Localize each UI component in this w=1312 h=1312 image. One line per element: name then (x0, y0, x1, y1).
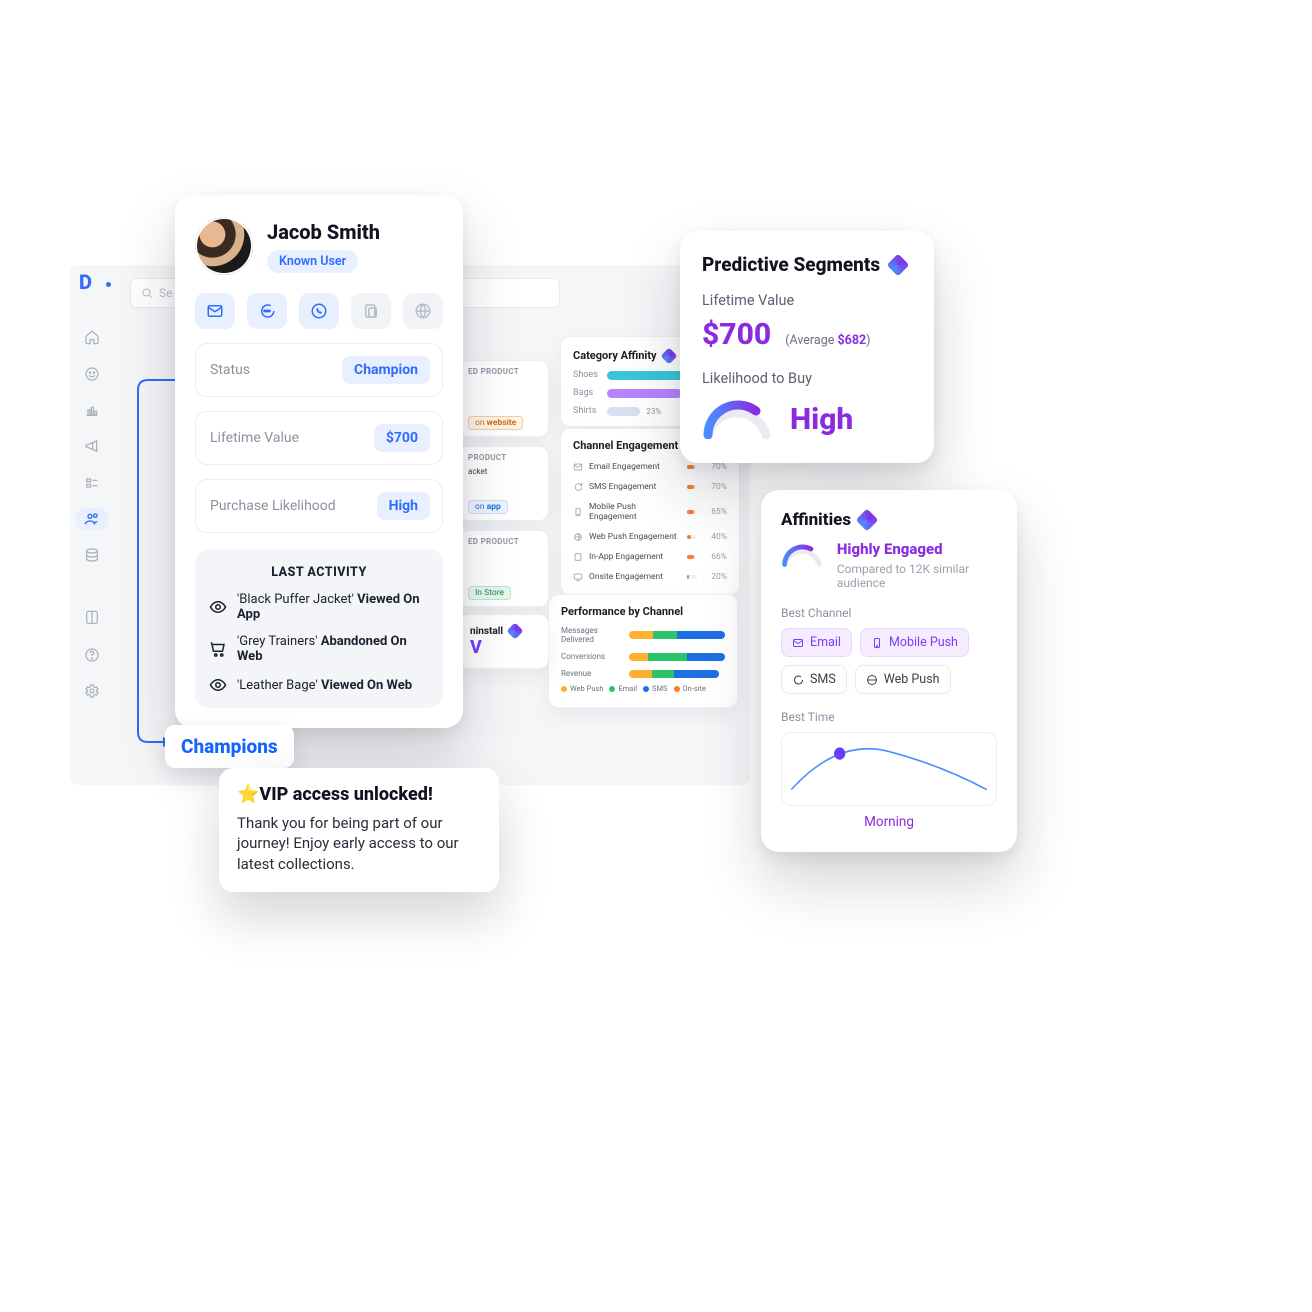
activity-heading: LAST ACTIVITY (209, 565, 429, 580)
affinity-row-label: Shoes (573, 370, 601, 380)
stat-value: $700 (374, 424, 430, 452)
eye-icon (209, 676, 227, 694)
chip-email[interactable]: Email (781, 628, 852, 657)
affinity-row-label: Shirts (573, 406, 601, 416)
vprod-label: PRODUCT (468, 453, 540, 462)
likelihood-label: Likelihood to Buy (702, 370, 912, 387)
card-predictive-segments: Predictive Segments Lifetime Value $700 … (680, 231, 934, 463)
channel-web-button[interactable] (403, 293, 443, 329)
activity-item: 'Grey Trainers' Abandoned On Web (209, 634, 429, 664)
sparkle-icon (660, 347, 677, 364)
cart-icon (209, 640, 227, 658)
user-badge: Known User (267, 250, 358, 273)
chip-web-push[interactable]: Web Push (855, 665, 951, 694)
chan-row: Mobile Push Engagement (589, 502, 681, 522)
sidebar-megaphone-icon[interactable] (76, 435, 108, 457)
stat-value: Champion (342, 356, 430, 384)
viewed-product-fragment: PRODUCT acket on app (459, 446, 549, 521)
vprod-pill: In Store (468, 586, 511, 600)
sidebar-database-icon[interactable] (76, 544, 108, 566)
best-channel-label: Best Channel (781, 606, 997, 620)
activity-item: 'Leather Bage' Viewed On Web (209, 676, 429, 694)
likelihood-value: High (790, 402, 853, 437)
legend: Email (618, 684, 637, 693)
best-time-curve (781, 732, 997, 806)
sparkle-icon (856, 509, 879, 532)
card-vip-message: ⭐VIP access unlocked! Thank you for bein… (219, 768, 499, 892)
eye-icon (209, 598, 227, 616)
ltv-average: (Average $682) (785, 333, 870, 348)
card-user-profile: Jacob Smith Known User Status Champion L… (175, 195, 463, 728)
card-performance-channel: Performance by Channel Messages Delivere… (548, 594, 738, 708)
sidebar-help-icon[interactable] (76, 643, 108, 665)
stat-value: High (377, 492, 430, 520)
stat-label: Lifetime Value (210, 430, 299, 446)
chan-row: Email Engagement (589, 462, 681, 472)
stat-label: Status (210, 362, 250, 378)
sidebar-smile-icon[interactable] (76, 363, 108, 385)
channel-note-button[interactable] (351, 293, 391, 329)
chip-mobile-push[interactable]: Mobile Push (860, 628, 969, 657)
chan-row: Onsite Engagement (589, 572, 681, 582)
affinity-row-label: Bags (573, 388, 601, 398)
ltv-value: $700 (702, 317, 771, 352)
sidebar-book-icon[interactable] (76, 607, 108, 629)
stat-label: Purchase Likelihood (210, 498, 336, 514)
viewed-product-fragment: ED PRODUCT In Store (459, 530, 549, 607)
vip-body: Thank you for being part of our journey!… (237, 813, 481, 874)
chan-row: SMS Engagement (589, 482, 681, 492)
predictive-title: Predictive Segments (702, 253, 880, 276)
highly-engaged-title: Highly Engaged (837, 540, 997, 558)
viewed-product-fragment: ED PRODUCT on website (459, 360, 549, 437)
perf-title: Performance by Channel (561, 605, 725, 618)
user-name: Jacob Smith (267, 220, 380, 244)
sparkle-icon (887, 253, 910, 276)
legend: SMS (652, 684, 667, 693)
ninstall-value: V (470, 637, 538, 658)
perf-row: Revenue (561, 669, 623, 678)
sidebar-chart-icon[interactable] (76, 399, 108, 421)
category-affinity-title: Category Affinity (573, 349, 657, 362)
legend: On-site (683, 684, 707, 693)
card-affinities: Affinities Highly Engaged Compared to 12… (761, 490, 1017, 852)
channel-email-button[interactable] (195, 293, 235, 329)
last-activity: LAST ACTIVITY 'Black Puffer Jacket' View… (195, 549, 443, 708)
perf-row: Messages Delivered (561, 626, 623, 644)
stat-ltv: Lifetime Value $700 (195, 411, 443, 465)
stat-purchase: Purchase Likelihood High (195, 479, 443, 533)
highly-engaged-sub: Compared to 12K similar audience (837, 562, 997, 590)
sidebar: D (70, 262, 114, 702)
gauge-icon (781, 540, 823, 570)
ltv-label: Lifetime Value (702, 292, 912, 309)
channel-whatsapp-button[interactable] (299, 293, 339, 329)
avatar (195, 217, 253, 275)
chip-sms[interactable]: SMS (781, 665, 847, 694)
best-time-label: Best Time (781, 710, 997, 724)
legend: Web Push (570, 684, 603, 693)
ninstall-fragment: ninstall V (459, 614, 549, 669)
vprod-label: ED PRODUCT (468, 367, 540, 376)
affinities-title: Affinities (781, 510, 851, 530)
vprod-label: ED PRODUCT (468, 537, 540, 546)
sidebar-home-icon[interactable] (76, 326, 108, 348)
perf-row: Conversions (561, 652, 623, 661)
ninstall-label: ninstall (470, 626, 503, 637)
stat-status: Status Champion (195, 343, 443, 397)
vprod-name: acket (468, 467, 540, 476)
chan-row: Web Push Engagement (589, 532, 681, 542)
gauge-icon (702, 399, 772, 439)
sidebar-settings-icon[interactable] (76, 680, 108, 702)
champions-label: Champions (165, 725, 294, 768)
channel-chat-button[interactable] (247, 293, 287, 329)
app-logo: D (79, 270, 105, 294)
search-placeholder: Se (159, 286, 173, 300)
best-time-value: Morning (781, 814, 997, 830)
activity-item: 'Black Puffer Jacket' Viewed On App (209, 592, 429, 622)
sidebar-list-icon[interactable] (76, 472, 108, 494)
sidebar-users-icon[interactable] (76, 508, 108, 530)
channel-buttons (195, 293, 443, 329)
vip-title: ⭐VIP access unlocked! (237, 784, 481, 805)
chan-row: In-App Engagement (589, 552, 681, 562)
